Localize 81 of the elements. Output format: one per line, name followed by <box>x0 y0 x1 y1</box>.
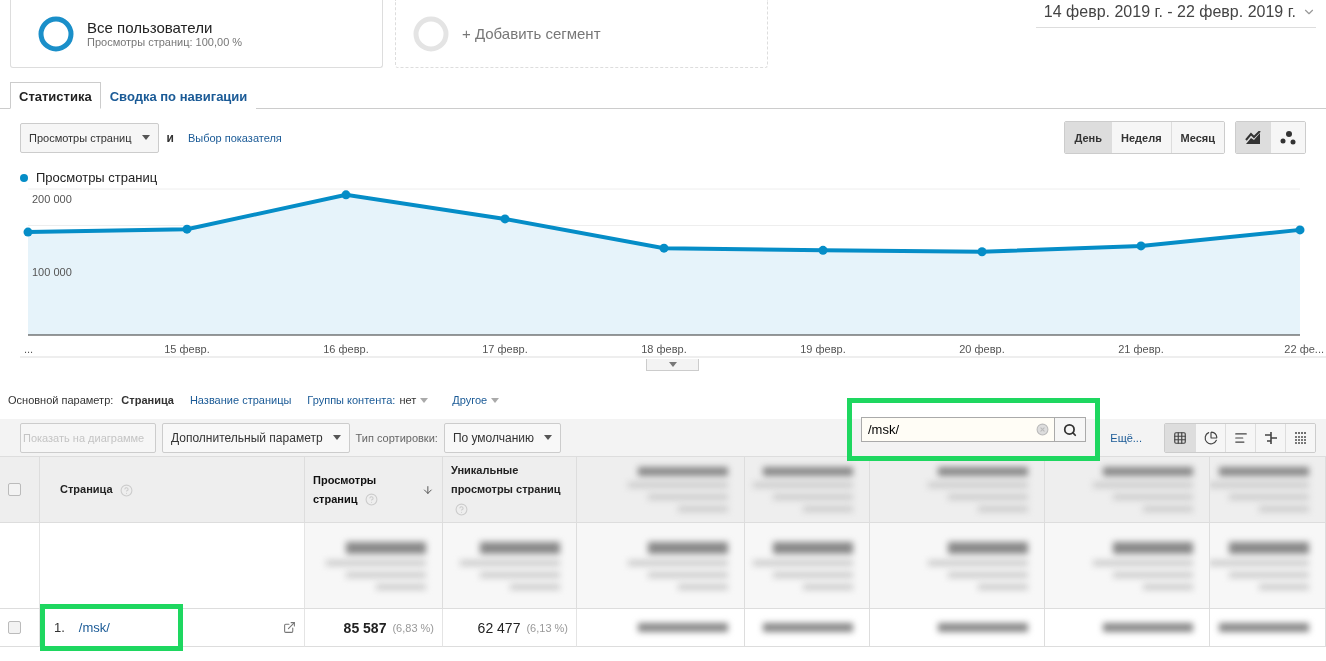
axis-label: 21 февр. <box>1118 343 1164 355</box>
legend-dot <box>20 173 28 182</box>
column-header[interactable]: Страница <box>60 480 133 499</box>
page-link[interactable]: /msk/ <box>78 620 110 635</box>
segment-title: Все пользователи <box>87 19 214 36</box>
comparison-icon <box>1263 430 1278 445</box>
data-point <box>977 247 987 257</box>
segment-title: + Добавить сегмент <box>462 25 601 42</box>
donut-icon <box>412 14 450 53</box>
period-button[interactable]: Неделя <box>1111 122 1171 153</box>
date-range-picker[interactable]: 14 февр. 2019 г. - 22 февр. 2019 г. <box>1035 0 1316 28</box>
period-button[interactable]: День <box>1065 122 1111 153</box>
conjunction-label: и <box>166 130 174 145</box>
metric-share: (6,83 %) <box>392 621 434 634</box>
axis-label: ... <box>24 343 34 355</box>
dimension-menu[interactable]: Другое <box>452 394 488 406</box>
bar-chart-icon <box>1233 430 1248 445</box>
chart-type-button[interactable] <box>1236 122 1270 153</box>
data-point <box>1136 241 1146 251</box>
metric-value: 85 587 <box>343 619 387 636</box>
sort-label: Тип сортировки: <box>355 431 438 444</box>
collapse-toggle[interactable] <box>646 359 699 371</box>
help-icon <box>455 502 468 516</box>
more-link[interactable]: Ещё... <box>1110 431 1142 444</box>
select-metric-link[interactable]: Выбор показателя <box>187 131 282 144</box>
bubbles-icon <box>1280 130 1296 145</box>
period-button[interactable]: Месяц <box>1170 122 1224 153</box>
data-point <box>500 214 510 224</box>
data-point <box>182 224 192 234</box>
axis-label: 20 февр. <box>959 343 1005 355</box>
dimension-value: нет <box>399 394 417 406</box>
axis-label: 17 февр. <box>482 343 528 355</box>
axis-label: 16 февр. <box>323 343 369 355</box>
dimension-link[interactable]: Группы контента: <box>307 394 396 406</box>
axis-label: 100 000 <box>32 266 72 278</box>
current-dimension: Страница <box>121 394 174 406</box>
segment-subtitle: Просмотры страниц: 100,00 % <box>87 36 243 48</box>
caret-icon <box>141 135 150 140</box>
caret-icon <box>332 435 341 440</box>
caret-icon <box>420 397 429 403</box>
axis-label: 15 февр. <box>164 343 210 355</box>
segment-card[interactable]: Все пользователи Просмотры страниц: 100,00 % <box>10 0 383 68</box>
caret-icon <box>491 397 500 403</box>
data-point <box>341 190 351 200</box>
help-icon <box>364 493 378 507</box>
axis-label: 18 февр. <box>641 343 687 355</box>
caret-icon <box>668 362 677 367</box>
chart-type-button[interactable] <box>1270 122 1305 153</box>
help-icon <box>119 483 133 497</box>
dimension-link[interactable]: Название страницы <box>189 394 292 406</box>
tab[interactable]: Статистика <box>10 82 101 109</box>
donut-icon <box>37 14 75 53</box>
axis-label: 19 февр. <box>800 343 846 355</box>
view-button[interactable] <box>1165 423 1195 452</box>
pivot-icon <box>1293 430 1308 445</box>
secondary-dimension-dropdown[interactable]: Дополнительный параметр <box>162 422 350 453</box>
add-segment-card[interactable]: + Добавить сегмент <box>395 0 768 68</box>
metric-dropdown[interactable]: Просмотры страниц <box>20 122 159 153</box>
view-button[interactable] <box>1285 423 1315 452</box>
grid-icon <box>1173 430 1187 445</box>
sort-dropdown[interactable]: По умолчанию <box>443 422 562 453</box>
popout-icon[interactable] <box>283 621 296 634</box>
metric-share: (6,13 %) <box>526 621 568 634</box>
select-all-checkbox[interactable] <box>8 483 21 496</box>
row-checkbox[interactable] <box>8 621 21 634</box>
line-chart-icon <box>1245 130 1261 145</box>
pie-chart-icon <box>1203 430 1218 445</box>
metric-value: 62 477 <box>477 619 521 636</box>
legend-label: Просмотры страниц <box>36 170 158 185</box>
search-icon <box>1063 422 1077 437</box>
data-point <box>659 243 669 253</box>
search-field[interactable]: /msk/ <box>861 417 1054 442</box>
data-point <box>23 227 33 237</box>
data-point <box>1295 225 1305 235</box>
axis-label: 200 000 <box>32 193 72 205</box>
data-point <box>818 245 828 255</box>
dimension-label: Основной параметр: <box>8 394 114 406</box>
caret-icon <box>544 435 553 440</box>
axis-label: 22 фе... <box>1284 343 1324 355</box>
row-index: 1. <box>54 620 65 635</box>
search-button[interactable] <box>1054 417 1086 442</box>
